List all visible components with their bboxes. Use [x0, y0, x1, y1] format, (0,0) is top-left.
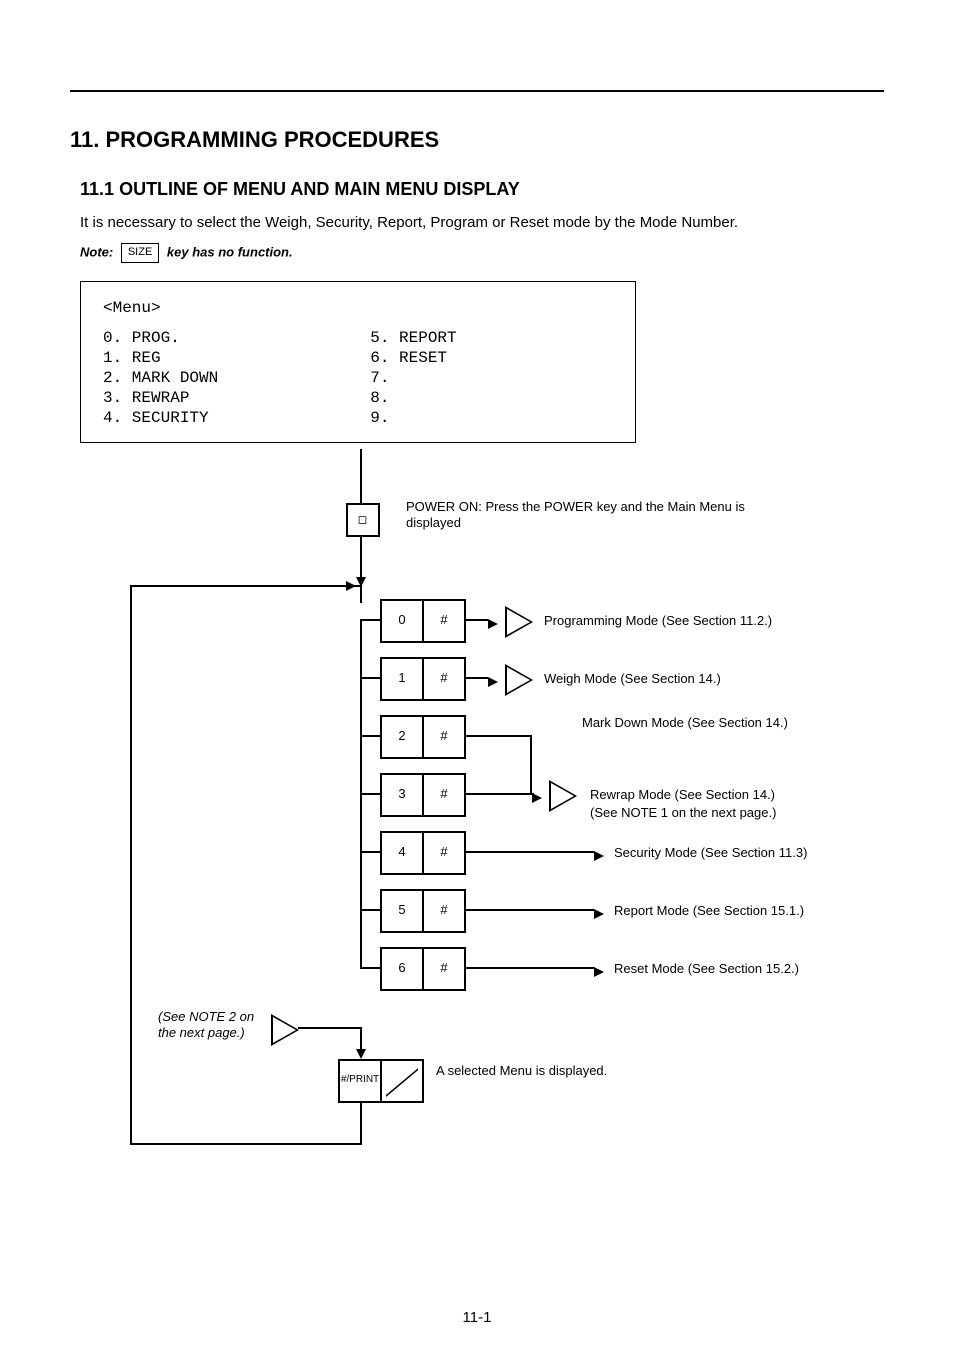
menu-item: 4. SECURITY	[103, 408, 224, 428]
size-keycap: SIZE	[121, 243, 159, 263]
note-label: Note:	[80, 244, 113, 259]
note2: (See NOTE 2 on the next page.)	[158, 1009, 268, 1042]
branch-arrow-icon	[549, 780, 577, 812]
step-label: Security Mode (See Section 11.3)	[614, 845, 807, 861]
menu-item: 0. PROG.	[103, 328, 224, 348]
menu-item: 6. RESET	[370, 348, 462, 368]
key-pair: 2#	[380, 715, 466, 759]
branch-arrow-icon	[271, 1014, 299, 1046]
key-pair: 3#	[380, 773, 466, 817]
bottom-note: A selected Menu is displayed.	[436, 1063, 696, 1079]
menu-box: <Menu> 0. PROG. 5. REPORT 1. REG 6. RESE…	[80, 281, 636, 443]
key-pair: 4#	[380, 831, 466, 875]
key-pair: 0#	[380, 599, 466, 643]
power-on-label: POWER ON: Press the POWER key and the Ma…	[406, 499, 766, 532]
print-key: #/PRINT	[338, 1059, 424, 1103]
key-pair: 5#	[380, 889, 466, 933]
section-number: 11.	[70, 127, 99, 152]
step-label: Report Mode (See Section 15.1.)	[614, 903, 804, 919]
key-pair: 6#	[380, 947, 466, 991]
menu-item: 5. REPORT	[370, 328, 462, 348]
menu-title: <Menu>	[103, 298, 613, 318]
menu-item: 7.	[370, 368, 462, 388]
step-label: Weigh Mode (See Section 14.)	[544, 671, 721, 687]
menu-item: 2. MARK DOWN	[103, 368, 224, 388]
step-note: (See NOTE 1 on the next page.)	[590, 805, 776, 821]
branch-arrow-icon	[505, 664, 533, 696]
subsection-title: OUTLINE OF MENU AND MAIN MENU DISPLAY	[119, 179, 520, 199]
menu-item: 9.	[370, 408, 462, 428]
intro-text: It is necessary to select the Weigh, Sec…	[80, 214, 884, 233]
step-label: Programming Mode (See Section 11.2.)	[544, 613, 772, 629]
step-label: Rewrap Mode (See Section 14.)	[590, 787, 775, 803]
step-label: Mark Down Mode (See Section 14.)	[582, 715, 802, 731]
flow-diagram: ◇ POWER ON: Press the POWER key and the …	[70, 449, 830, 1187]
key-pair: 1#	[380, 657, 466, 701]
subsection-number: 11.1	[80, 179, 114, 199]
menu-item: 1. REG	[103, 348, 224, 368]
menu-item: 8.	[370, 388, 462, 408]
branch-arrow-icon	[505, 606, 533, 638]
page-number: 11-1	[0, 1309, 954, 1328]
power-key-icon: ◇	[353, 510, 372, 529]
note-body: key has no function.	[167, 244, 293, 259]
section-title: PROGRAMMING PROCEDURES	[106, 127, 440, 152]
menu-item: 3. REWRAP	[103, 388, 224, 408]
step-label: Reset Mode (See Section 15.2.)	[614, 961, 799, 977]
